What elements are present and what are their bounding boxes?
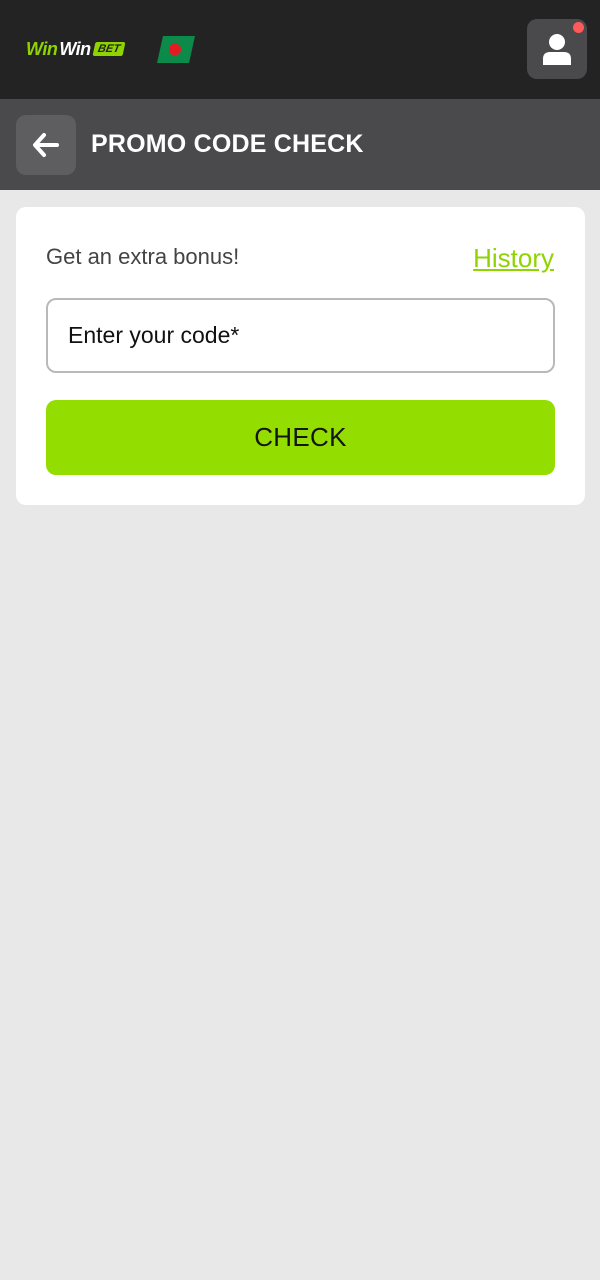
check-button[interactable]: CHECK (46, 400, 555, 475)
logo-badge: BET (92, 42, 126, 56)
user-icon (543, 34, 571, 65)
history-link[interactable]: History (473, 243, 554, 273)
logo-text-part1: Win (26, 39, 58, 59)
page-header: PROMO CODE CHECK (0, 99, 600, 190)
back-button[interactable] (16, 115, 76, 175)
winwinbet-logo[interactable]: Win Win BET (26, 38, 126, 60)
bangladesh-flag-icon[interactable] (157, 36, 195, 63)
bonus-tagline: Get an extra bonus! (46, 244, 240, 269)
top-bar: Win Win BET (0, 0, 600, 99)
logo-text-part2: Win (59, 39, 91, 59)
page-title: PROMO CODE CHECK (91, 130, 364, 158)
notification-dot (573, 22, 584, 33)
promo-card: Get an extra bonus! History CHECK (16, 207, 585, 505)
profile-button[interactable] (527, 19, 587, 79)
promo-code-input[interactable] (46, 298, 555, 373)
arrow-left-icon (33, 133, 59, 157)
